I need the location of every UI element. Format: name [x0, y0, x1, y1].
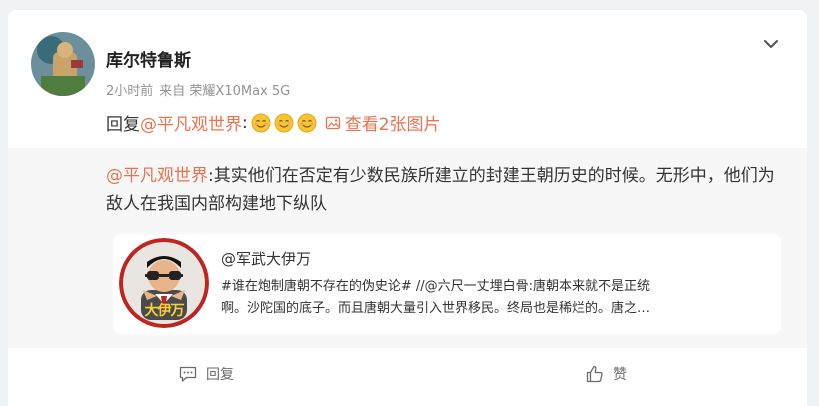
smile-emoji-icon	[274, 113, 294, 132]
post-source: 来自 荣耀X10Max 5G	[159, 84, 291, 99]
like-button[interactable]: 赞	[585, 364, 627, 384]
post-time[interactable]: 2小时前	[106, 84, 153, 99]
smile-emoji-icon	[297, 113, 317, 132]
author-avatar[interactable]	[31, 32, 95, 96]
embed-text: #谁在炮制唐朝不存在的伪史论# //@六尺一丈埋白骨:唐朝本来就不是正统 啊。沙…	[221, 276, 761, 320]
chevron-down-icon[interactable]	[759, 32, 783, 56]
reply-prefix: 回复	[106, 115, 140, 135]
action-bar: 回复 赞	[8, 348, 807, 406]
post-meta: 2小时前 来自 荣耀X10Max 5G	[106, 80, 290, 99]
embed-author[interactable]: @军武大伊万	[221, 248, 311, 269]
like-label: 赞	[613, 367, 627, 383]
avatar-badge-text: 大伊万	[144, 303, 185, 319]
post-content: 回复 @平凡观世界: 查看2张图片	[106, 110, 441, 136]
thumbs-up-icon	[586, 365, 603, 383]
embedded-post[interactable]: 大伊万 @军武大伊万 #谁在炮制唐朝不存在的伪史论# //@六尺一丈埋白骨:唐朝…	[113, 234, 781, 334]
repost-mention-link[interactable]: @平凡观世界	[106, 166, 208, 186]
weibo-card: 库尔特鲁斯 2小时前 来自 荣耀X10Max 5G 回复 @平凡观世界: 查看2张图…	[8, 10, 807, 406]
embed-avatar[interactable]: 大伊万	[119, 238, 209, 328]
embed-line-1: #谁在炮制唐朝不存在的伪史论# //@六尺一丈埋白骨:唐朝本来就不是正统	[221, 279, 651, 294]
smile-emoji-icon	[251, 113, 271, 132]
author-name[interactable]: 库尔特鲁斯	[106, 46, 191, 71]
image-icon	[325, 116, 340, 129]
mention-link[interactable]: @平凡观世界	[140, 110, 242, 135]
view-images-label: 查看2张图片	[344, 115, 441, 135]
embed-line-2: 啊。沙陀国的底子。而且唐朝大量引入世界移民。终局也是稀烂的。唐之…	[221, 301, 651, 316]
comment-icon	[179, 366, 197, 382]
colon: :	[242, 112, 248, 133]
reply-label: 回复	[206, 367, 234, 383]
reply-button[interactable]: 回复	[178, 364, 234, 384]
repost-text: @平凡观世界:其实他们在否定有少数民族所建立的封建王朝历史的时候。无形中，他们为…	[106, 162, 786, 218]
repost-section: @平凡观世界:其实他们在否定有少数民族所建立的封建王朝历史的时候。无形中，他们为…	[8, 148, 807, 348]
view-images-link[interactable]: 查看2张图片	[325, 110, 441, 135]
